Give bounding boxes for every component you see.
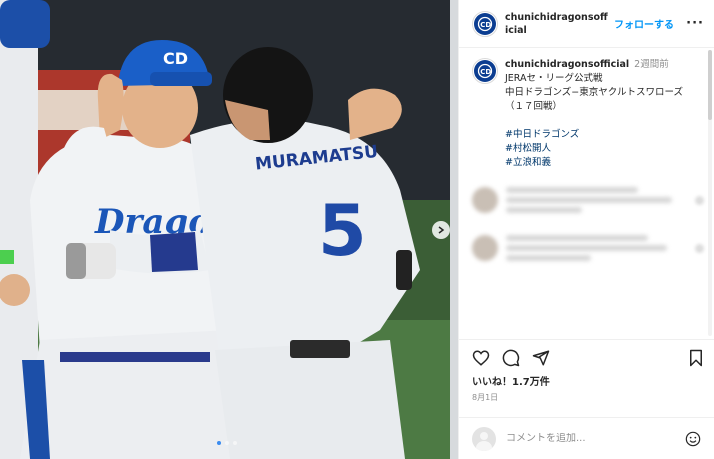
avatar[interactable]: CD (472, 10, 498, 37)
post-header: CD chunichidragonsofficial フォローする ··· (459, 0, 714, 48)
heart-icon (695, 243, 704, 253)
caption-line: 中日ドラゴンズ−東京ヤクルトスワローズ (505, 87, 684, 98)
add-comment-bar (459, 417, 714, 459)
post-caption: CD chunichidragonsofficial 2週間前 JERAセ・リーグ… (459, 48, 714, 170)
post-photo[interactable]: Dragons CD MURAMATSU 5 (0, 0, 458, 459)
share-icon[interactable] (532, 349, 550, 367)
more-options-button[interactable]: ··· (686, 16, 704, 31)
carousel-dot (217, 441, 221, 445)
hashtag-link[interactable]: #中日ドラゴンズ (505, 128, 683, 142)
emoji-icon[interactable] (685, 431, 701, 447)
cap-logo: CD (163, 49, 188, 68)
post-time[interactable]: 2週間前 (634, 59, 669, 70)
caption-username[interactable]: chunichidragonsofficial (505, 59, 629, 70)
likes-count[interactable]: いいね！1.7万件 (459, 367, 714, 388)
carousel-dot (225, 441, 229, 445)
svg-text:CD: CD (480, 68, 491, 76)
heart-icon (695, 195, 704, 205)
dragons-logo-icon: CD (477, 16, 493, 31)
hashtag-link[interactable]: #立浪和義 (505, 156, 683, 170)
photo-scene: Dragons CD MURAMATSU 5 (0, 0, 458, 459)
comment-input[interactable] (506, 433, 685, 444)
heart-icon[interactable] (472, 349, 490, 367)
avatar[interactable]: CD (472, 58, 498, 84)
caption-line: （１７回戦） (505, 101, 563, 112)
action-bar (459, 340, 714, 367)
comments-scrollbar[interactable] (708, 50, 712, 336)
header-username[interactable]: chunichidragonsofficial (505, 11, 608, 37)
avatar (472, 235, 498, 261)
comment-icon[interactable] (502, 349, 520, 367)
hashtag-link[interactable]: #村松開人 (505, 142, 683, 156)
comment-item (459, 230, 714, 266)
avatar (472, 426, 496, 451)
post-date[interactable]: 8月1日 (459, 388, 714, 403)
bookmark-icon[interactable] (688, 349, 704, 367)
post-side-panel: CD chunichidragonsofficial フォローする ··· CD… (458, 0, 714, 459)
follow-button[interactable]: フォローする (614, 16, 674, 31)
comment-item (459, 182, 714, 218)
next-image-button[interactable] (432, 221, 450, 239)
avatar (472, 187, 498, 213)
chevron-right-icon (438, 226, 445, 234)
carousel-dots (217, 441, 237, 445)
svg-text:CD: CD (480, 21, 491, 29)
dragons-logo-icon: CD (477, 63, 493, 79)
carousel-dot (233, 441, 237, 445)
jersey-number: 5 (318, 190, 367, 272)
caption-line: JERAセ・リーグ公式戦 (505, 73, 603, 84)
